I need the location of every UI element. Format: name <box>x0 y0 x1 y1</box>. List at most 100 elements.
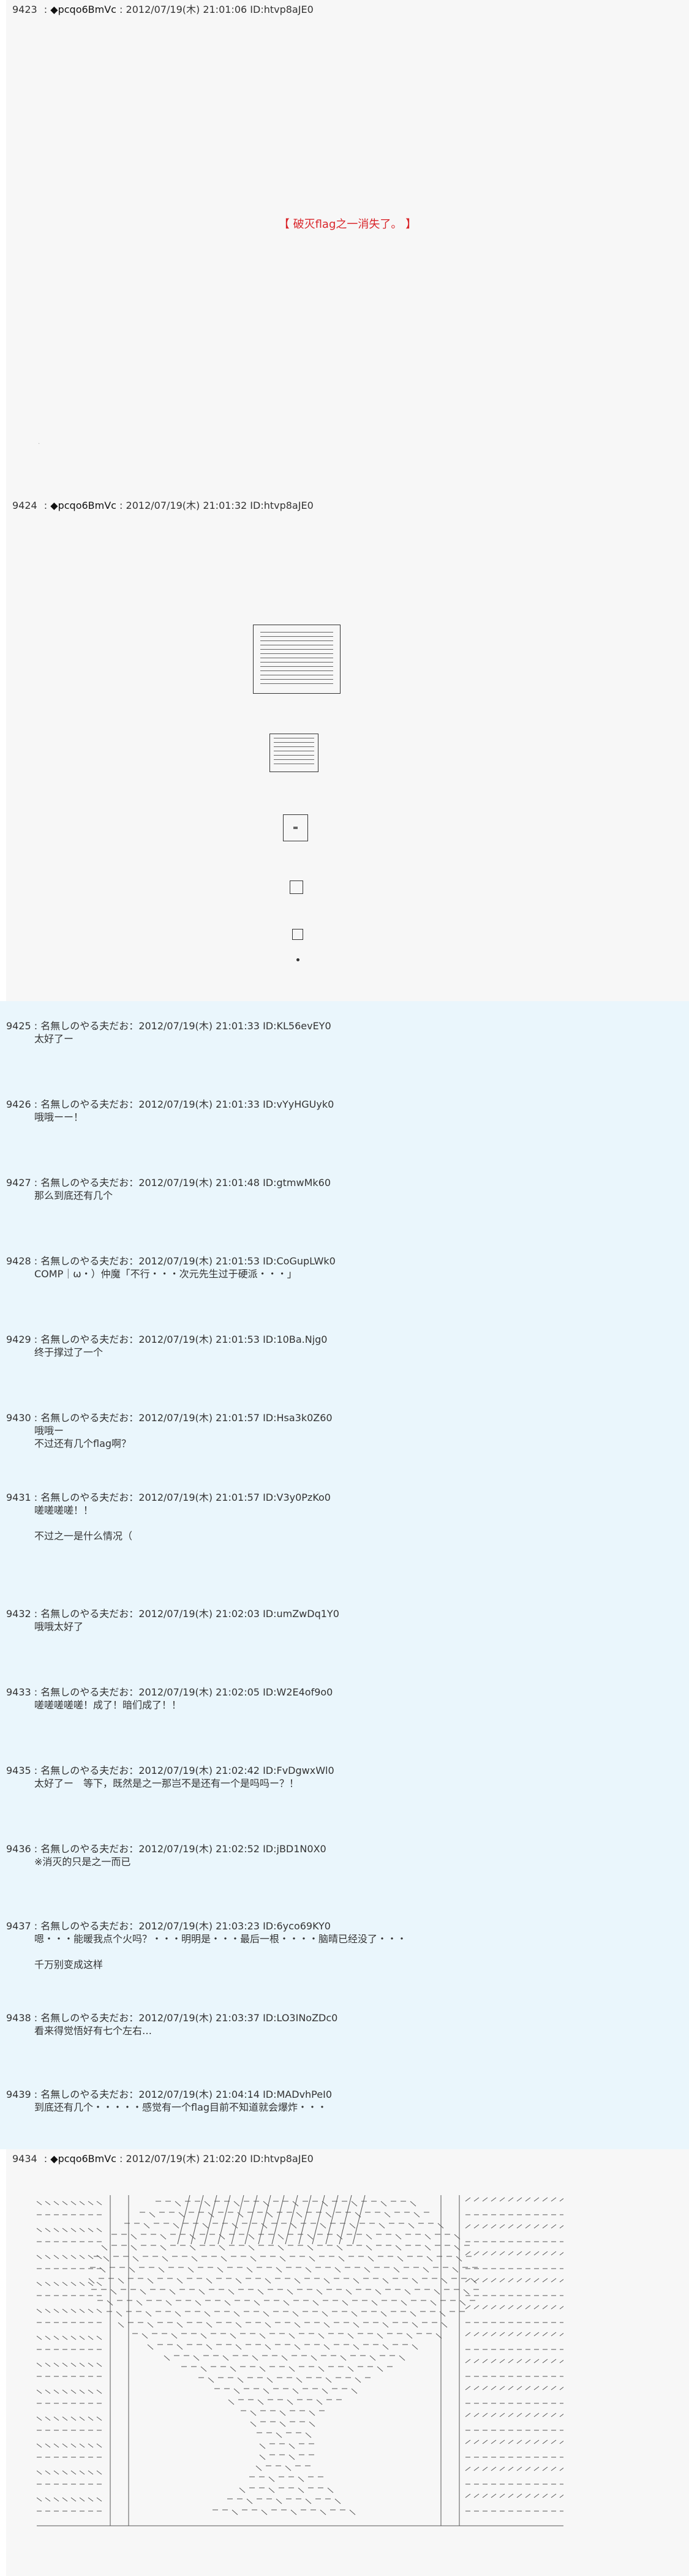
aa-stroke <box>366 2245 372 2251</box>
aa-stroke <box>70 2362 77 2367</box>
reply-header: 9431 : 名無しのやる夫だお：2012/07/19(木) 21:01:57 … <box>6 1491 331 1504</box>
aa-stroke <box>516 2493 522 2498</box>
aa-stroke <box>311 2355 317 2361</box>
aa-stroke <box>96 2470 102 2475</box>
aa-stroke <box>309 2256 315 2262</box>
aa-stroke <box>298 2476 304 2482</box>
aa-stroke <box>220 2256 227 2262</box>
aa-stroke <box>351 2201 358 2207</box>
aa-stroke <box>325 2195 339 2245</box>
aa-stroke <box>491 2359 497 2364</box>
separator: ： <box>129 2089 139 2100</box>
reply-header: 9432 : 名無しのやる夫だお：2012/07/19(木) 21:02:03 … <box>6 1607 339 1620</box>
reply-line: 哦哦ー <box>34 1425 64 1436</box>
aa-stroke <box>441 2322 448 2328</box>
aa-stroke <box>147 2278 154 2284</box>
aa-stroke <box>525 2386 531 2390</box>
reply-line: 看来得觉悟好有七个左右… <box>34 2025 152 2037</box>
aa-stroke <box>434 2289 440 2295</box>
aa-stroke <box>559 2413 565 2417</box>
reply-datetime: 2012/07/19(木) 21:01:53 <box>138 1255 260 1267</box>
ascii-art-svg <box>36 2195 565 2526</box>
aa-stroke <box>499 2466 505 2471</box>
aa-stroke <box>45 2443 51 2448</box>
aa-stroke <box>96 2416 102 2421</box>
aa-stroke <box>217 2195 231 2245</box>
aa-stroke <box>195 2300 201 2306</box>
aa-stroke <box>171 2333 178 2339</box>
reply-number: 9433 <box>6 1686 31 1698</box>
reply-name: 名無しのやる夫だお <box>40 1765 129 1776</box>
aa-stroke <box>380 2311 387 2317</box>
aa-stroke <box>516 2386 522 2390</box>
aa-stroke <box>79 2443 85 2448</box>
aa-stroke <box>377 2366 383 2372</box>
aa-stroke <box>473 2386 480 2390</box>
aa-stroke <box>53 2308 59 2313</box>
aa-stroke <box>393 2267 400 2273</box>
aa-stroke <box>516 2197 522 2202</box>
reply-id: ID:gtmwMk60 <box>263 1177 331 1188</box>
aa-stroke <box>285 2465 292 2471</box>
aa-stroke <box>551 2224 557 2229</box>
separator: ： <box>129 1412 139 1424</box>
aa-stroke <box>290 2509 297 2515</box>
aa-stroke <box>294 2278 301 2284</box>
aa-stroke <box>292 2388 299 2394</box>
aa-stroke <box>516 2278 522 2283</box>
aa-stroke <box>248 2245 255 2251</box>
reply-datetime: 2012/07/19(木) 21:03:23 <box>138 1920 260 1932</box>
aa-stroke <box>533 2278 540 2283</box>
aa-stroke <box>70 2470 77 2475</box>
aa-stroke <box>542 2251 548 2256</box>
separator: : <box>31 1334 41 1345</box>
aa-stroke <box>491 2332 497 2337</box>
aa-stroke <box>336 2245 343 2251</box>
reply-line: 嗟嗟嗟嗟！！ <box>34 1504 94 1516</box>
aa-stroke <box>441 2278 448 2284</box>
aa-stroke <box>79 2228 85 2232</box>
aa-stroke <box>45 2389 51 2394</box>
reply-line: 哦哦ーー！ <box>34 1111 84 1123</box>
aa-stroke <box>384 2212 391 2218</box>
reply-list: 9425 : 名無しのやる夫だお：2012/07/19(木) 21:01:33 … <box>0 1001 689 2149</box>
aa-stroke <box>406 2333 413 2339</box>
aa-stroke <box>364 2267 371 2273</box>
aa-stroke <box>465 2278 471 2283</box>
aa-stroke <box>559 2305 565 2310</box>
aa-stroke <box>198 2289 205 2295</box>
aa-stroke <box>147 2322 154 2328</box>
aa-stroke <box>250 2256 257 2262</box>
aa-stroke <box>276 2432 282 2438</box>
aa-stroke <box>369 2355 376 2361</box>
aa-stroke <box>96 2389 102 2394</box>
author-post-9434: 9434 : ◆pcqo6BmVc : 2012/07/19(木) 21:02:… <box>6 2149 689 2576</box>
aa-stroke <box>395 2234 402 2240</box>
aa-stroke <box>237 2377 244 2383</box>
aa-stroke <box>265 2344 271 2350</box>
aa-stroke <box>516 2224 522 2229</box>
aa-stroke <box>130 2245 137 2251</box>
reply-name: 名無しのやる夫だお <box>40 2089 129 2100</box>
reply-post: 9432 : 名無しのやる夫だお：2012/07/19(木) 21:02:03 … <box>6 1607 339 1633</box>
aa-stroke <box>147 2344 154 2350</box>
aa-stroke <box>271 2195 285 2245</box>
aa-stroke <box>233 2311 240 2317</box>
aa-stroke <box>459 2300 466 2306</box>
reply-datetime: 2012/07/19(木) 21:01:57 <box>138 1412 260 1424</box>
reply-id: ID:KL56evEY0 <box>263 1020 331 1032</box>
aa-stroke <box>279 2256 286 2262</box>
aa-stroke <box>79 2308 85 2313</box>
separator: : <box>31 1412 41 1424</box>
reply-number: 9429 <box>6 1334 31 1345</box>
aa-stroke <box>266 2377 273 2383</box>
aa-stroke <box>508 2413 514 2417</box>
reply-number: 9430 <box>6 1412 31 1424</box>
aa-stroke <box>305 2267 312 2273</box>
flag-message: 【 破灭flag之一消失了。 】 <box>278 218 417 231</box>
aa-stroke <box>290 2223 297 2229</box>
reply-post: 9437 : 名無しのやる夫だお：2012/07/19(木) 21:03:23 … <box>6 1920 407 1971</box>
aa-stroke <box>327 2487 334 2493</box>
reply-name: 名無しのやる夫だお <box>40 1920 129 1932</box>
aa-stroke <box>559 2466 565 2471</box>
